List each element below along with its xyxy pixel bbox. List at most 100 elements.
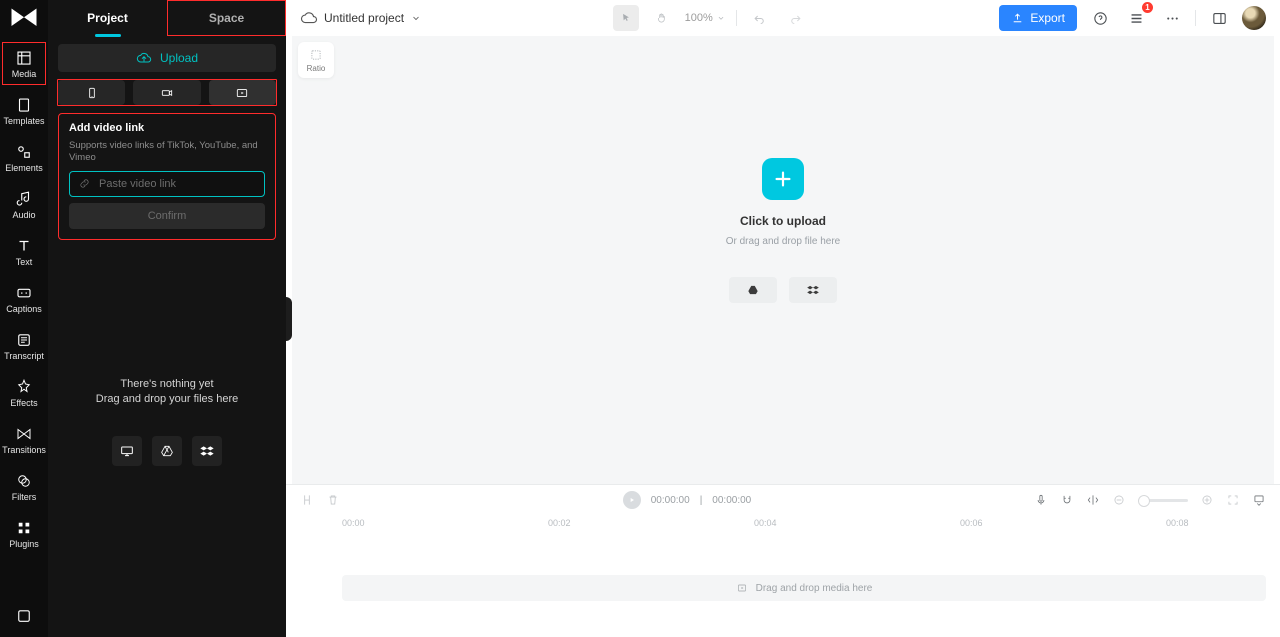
media-panel: Project Space Upload Add video link Supp… — [48, 0, 286, 637]
tick-label: 00:00 — [342, 518, 365, 528]
tab-space[interactable]: Space — [167, 0, 286, 36]
tick-label: 00:04 — [754, 518, 777, 528]
mic-button[interactable] — [1034, 493, 1048, 507]
video-link-input[interactable] — [97, 177, 256, 191]
transcript-icon — [15, 331, 33, 349]
rail-media[interactable]: Media — [2, 42, 46, 85]
rail-templates[interactable]: Templates — [2, 89, 46, 132]
tick-label: 00:02 — [548, 518, 571, 528]
media-icon — [736, 582, 748, 594]
media-icon — [15, 49, 33, 67]
tick-label: 00:06 — [960, 518, 983, 528]
empty-state: There's nothing yet Drag and drop your f… — [58, 248, 276, 627]
source-phone-button[interactable] — [58, 80, 125, 105]
zoom-value: 100% — [685, 12, 713, 24]
zoom-out-button[interactable] — [1112, 493, 1126, 507]
source-dropbox-chip[interactable] — [192, 436, 222, 466]
fit-button[interactable] — [1226, 493, 1240, 507]
export-button[interactable]: Export — [999, 5, 1077, 31]
magnet-button[interactable] — [1060, 493, 1074, 507]
undo-button[interactable] — [747, 5, 773, 31]
redo-button[interactable] — [783, 5, 809, 31]
timeline-track[interactable]: Drag and drop media here — [286, 539, 1280, 637]
fit-icon — [1226, 493, 1240, 507]
cursor-tool-button[interactable] — [613, 5, 639, 31]
hand-icon — [655, 11, 669, 25]
ratio-button[interactable]: Ratio — [298, 42, 334, 78]
source-camera-button[interactable] — [133, 80, 200, 105]
rail-transcript[interactable]: Transcript — [2, 324, 46, 367]
confirm-button[interactable]: Confirm — [69, 203, 265, 229]
rail-label: Filters — [12, 493, 37, 502]
guide-icon — [1086, 493, 1100, 507]
source-link-button[interactable] — [209, 80, 276, 105]
rail-captions[interactable]: Captions — [2, 277, 46, 320]
tab-project[interactable]: Project — [48, 0, 167, 36]
rail-text[interactable]: Text — [2, 230, 46, 273]
upload-button[interactable]: Upload — [58, 44, 276, 72]
video-link-input-wrap[interactable] — [69, 171, 265, 197]
rail-effects[interactable]: Effects — [2, 371, 46, 414]
timeline-zoom-slider[interactable] — [1138, 499, 1188, 502]
timeline: 00:00:00 | 00:00:00 00:00 00:02 00:04 00… — [286, 484, 1280, 637]
user-avatar[interactable] — [1242, 6, 1266, 30]
canvas[interactable]: Ratio Click to upload Or drag and drop f… — [292, 36, 1274, 484]
play-icon — [628, 496, 636, 504]
split-button[interactable] — [300, 493, 314, 507]
chevron-down-icon — [410, 12, 422, 24]
delete-button[interactable] — [326, 493, 340, 507]
app-logo[interactable] — [9, 6, 39, 28]
cloud-icon — [300, 9, 318, 27]
notification-badge: 1 — [1142, 2, 1153, 13]
canvas-tool-group: 100% — [613, 5, 809, 31]
source-gdrive-chip[interactable] — [152, 436, 182, 466]
rail-audio[interactable]: Audio — [2, 183, 46, 226]
rail-plugins[interactable]: Plugins — [2, 512, 46, 555]
upload-label: Upload — [160, 51, 198, 65]
cta-gdrive-chip[interactable] — [729, 277, 777, 303]
timeline-dropzone[interactable]: Drag and drop media here — [342, 575, 1266, 601]
rail-elements[interactable]: Elements — [2, 136, 46, 179]
dropbox-icon — [199, 443, 215, 459]
rail-settings-bottom[interactable] — [2, 607, 46, 637]
split-icon — [300, 493, 314, 507]
camera-icon — [159, 86, 175, 100]
plus-circle-icon — [1200, 493, 1214, 507]
notifications-button[interactable]: 1 — [1123, 5, 1149, 31]
trash-icon — [326, 493, 340, 507]
link-play-icon — [234, 86, 250, 100]
zoom-control[interactable]: 100% — [685, 12, 726, 24]
rail-label: Elements — [5, 164, 43, 173]
play-button[interactable] — [623, 491, 641, 509]
dropzone-label: Drag and drop media here — [756, 583, 873, 594]
hand-tool-button[interactable] — [649, 5, 675, 31]
cta-dropbox-chip[interactable] — [789, 277, 837, 303]
chevron-down-icon — [716, 13, 726, 23]
rail-transitions[interactable]: Transitions — [2, 418, 46, 461]
guide-button[interactable] — [1086, 493, 1100, 507]
captions-icon — [15, 284, 33, 302]
cloud-upload-icon — [136, 50, 152, 66]
cta-source-icons — [729, 277, 837, 303]
timeline-ruler[interactable]: 00:00 00:02 00:04 00:06 00:08 — [286, 515, 1280, 539]
rail-label: Media — [12, 70, 37, 79]
panel-tabs: Project Space — [48, 0, 286, 36]
rail-filters[interactable]: Filters — [2, 465, 46, 508]
topbar: Untitled project 100% Export — [286, 0, 1280, 36]
help-button[interactable] — [1087, 5, 1113, 31]
upload-plus-button[interactable] — [762, 158, 804, 200]
export-icon — [1011, 12, 1024, 25]
more-icon — [1164, 10, 1181, 27]
source-computer-chip[interactable] — [112, 436, 142, 466]
add-video-link-card: Add video link Supports video links of T… — [58, 113, 276, 240]
mic-icon — [1034, 493, 1048, 507]
zoom-in-button[interactable] — [1200, 493, 1214, 507]
gdrive-icon — [745, 283, 761, 297]
layout-toggle-button[interactable] — [1206, 5, 1232, 31]
empty-line1: There's nothing yet — [120, 378, 213, 390]
card-title: Add video link — [69, 122, 265, 134]
rail-label: Audio — [12, 211, 35, 220]
more-button[interactable] — [1159, 5, 1185, 31]
expand-timeline-button[interactable] — [1252, 493, 1266, 507]
project-title[interactable]: Untitled project — [300, 9, 422, 27]
